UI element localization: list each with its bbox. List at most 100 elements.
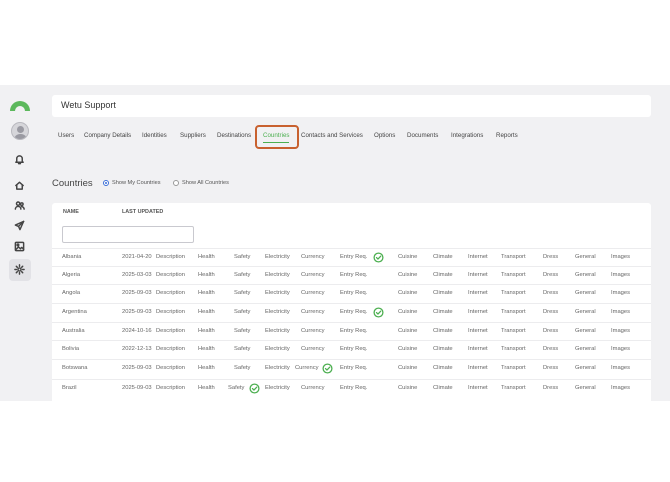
entry-req-link[interactable]: Entry Req.	[340, 290, 367, 296]
health-link[interactable]: Health	[198, 365, 215, 371]
dress-link[interactable]: Dress	[543, 365, 558, 371]
currency-link[interactable]: Currency	[301, 346, 325, 352]
description-link[interactable]: Description	[156, 272, 185, 278]
currency-link[interactable]: Currency	[301, 290, 325, 296]
general-link[interactable]: General	[575, 385, 596, 391]
radio-button-selected[interactable]	[103, 180, 109, 186]
cuisine-link[interactable]: Cuisine	[398, 346, 417, 352]
health-link[interactable]: Health	[198, 385, 215, 391]
image-icon[interactable]	[13, 240, 26, 253]
safety-link[interactable]: Safety	[234, 290, 250, 296]
electricity-link[interactable]: Electricity	[265, 272, 290, 278]
climate-link[interactable]: Climate	[433, 385, 453, 391]
description-link[interactable]: Description	[156, 346, 185, 352]
internet-link[interactable]: Internet	[468, 346, 488, 352]
cuisine-link[interactable]: Cuisine	[398, 254, 417, 260]
general-link[interactable]: General	[575, 290, 596, 296]
general-link[interactable]: General	[575, 328, 596, 334]
entry-req-link[interactable]: Entry Req.	[340, 309, 367, 315]
safety-link[interactable]: Safety	[234, 309, 250, 315]
description-link[interactable]: Description	[156, 290, 185, 296]
tab-destinations[interactable]: Destinations	[217, 132, 251, 139]
tab-company-details[interactable]: Company Details	[84, 132, 131, 139]
cuisine-link[interactable]: Cuisine	[398, 272, 417, 278]
images-link[interactable]: Images	[611, 365, 630, 371]
transport-link[interactable]: Transport	[501, 254, 526, 260]
climate-link[interactable]: Climate	[433, 254, 453, 260]
cuisine-link[interactable]: Cuisine	[398, 385, 417, 391]
description-link[interactable]: Description	[156, 328, 185, 334]
general-link[interactable]: General	[575, 272, 596, 278]
safety-link[interactable]: Safety	[234, 254, 250, 260]
cuisine-link[interactable]: Cuisine	[398, 309, 417, 315]
name-filter-input[interactable]	[62, 226, 194, 243]
electricity-link[interactable]: Electricity	[265, 346, 290, 352]
internet-link[interactable]: Internet	[468, 290, 488, 296]
images-link[interactable]: Images	[611, 290, 630, 296]
tab-users[interactable]: Users	[58, 132, 74, 139]
climate-link[interactable]: Climate	[433, 290, 453, 296]
users-icon[interactable]	[13, 199, 26, 212]
dress-link[interactable]: Dress	[543, 272, 558, 278]
transport-link[interactable]: Transport	[501, 272, 526, 278]
entry-req-link[interactable]: Entry Req.	[340, 328, 367, 334]
home-icon[interactable]	[13, 179, 26, 192]
tab-reports[interactable]: Reports	[496, 132, 518, 139]
avatar[interactable]	[11, 122, 29, 140]
bell-icon[interactable]	[13, 153, 26, 166]
description-link[interactable]: Description	[156, 309, 185, 315]
transport-link[interactable]: Transport	[501, 385, 526, 391]
electricity-link[interactable]: Electricity	[265, 290, 290, 296]
transport-link[interactable]: Transport	[501, 309, 526, 315]
climate-link[interactable]: Climate	[433, 309, 453, 315]
entry-req-link[interactable]: Entry Req.	[340, 365, 367, 371]
electricity-link[interactable]: Electricity	[265, 254, 290, 260]
radio-show-all-countries[interactable]: Show All Countries	[173, 180, 229, 186]
electricity-link[interactable]: Electricity	[265, 309, 290, 315]
dress-link[interactable]: Dress	[543, 385, 558, 391]
cuisine-link[interactable]: Cuisine	[398, 328, 417, 334]
transport-link[interactable]: Transport	[501, 346, 526, 352]
images-link[interactable]: Images	[611, 346, 630, 352]
tab-contacts-and-services[interactable]: Contacts and Services	[301, 132, 363, 139]
health-link[interactable]: Health	[198, 328, 215, 334]
currency-link[interactable]: Currency	[301, 254, 325, 260]
cuisine-link[interactable]: Cuisine	[398, 365, 417, 371]
currency-link[interactable]: Currency	[301, 328, 325, 334]
images-link[interactable]: Images	[611, 385, 630, 391]
general-link[interactable]: General	[575, 346, 596, 352]
internet-link[interactable]: Internet	[468, 309, 488, 315]
dress-link[interactable]: Dress	[543, 346, 558, 352]
internet-link[interactable]: Internet	[468, 254, 488, 260]
tab-integrations[interactable]: Integrations	[451, 132, 483, 139]
transport-link[interactable]: Transport	[501, 290, 526, 296]
transport-link[interactable]: Transport	[501, 328, 526, 334]
send-icon[interactable]	[13, 219, 26, 232]
tab-suppliers[interactable]: Suppliers	[180, 132, 206, 139]
health-link[interactable]: Health	[198, 346, 215, 352]
description-link[interactable]: Description	[156, 254, 185, 260]
currency-link[interactable]: Currency	[301, 309, 325, 315]
radio-button[interactable]	[173, 180, 179, 186]
images-link[interactable]: Images	[611, 272, 630, 278]
radio-show-my-countries[interactable]: Show My Countries	[103, 180, 161, 186]
currency-link[interactable]: Currency	[301, 385, 325, 391]
internet-link[interactable]: Internet	[468, 272, 488, 278]
currency-link[interactable]: Currency	[301, 272, 325, 278]
health-link[interactable]: Health	[198, 254, 215, 260]
climate-link[interactable]: Climate	[433, 346, 453, 352]
safety-link[interactable]: Safety	[234, 272, 250, 278]
climate-link[interactable]: Climate	[433, 272, 453, 278]
electricity-link[interactable]: Electricity	[265, 328, 290, 334]
transport-link[interactable]: Transport	[501, 365, 526, 371]
health-link[interactable]: Health	[198, 290, 215, 296]
general-link[interactable]: General	[575, 309, 596, 315]
dress-link[interactable]: Dress	[543, 309, 558, 315]
gear-icon[interactable]	[13, 263, 26, 276]
climate-link[interactable]: Climate	[433, 365, 453, 371]
electricity-link[interactable]: Electricity	[265, 385, 290, 391]
dress-link[interactable]: Dress	[543, 328, 558, 334]
currency-link[interactable]: Currency	[295, 365, 319, 371]
entry-req-link[interactable]: Entry Req.	[340, 385, 367, 391]
description-link[interactable]: Description	[156, 365, 185, 371]
